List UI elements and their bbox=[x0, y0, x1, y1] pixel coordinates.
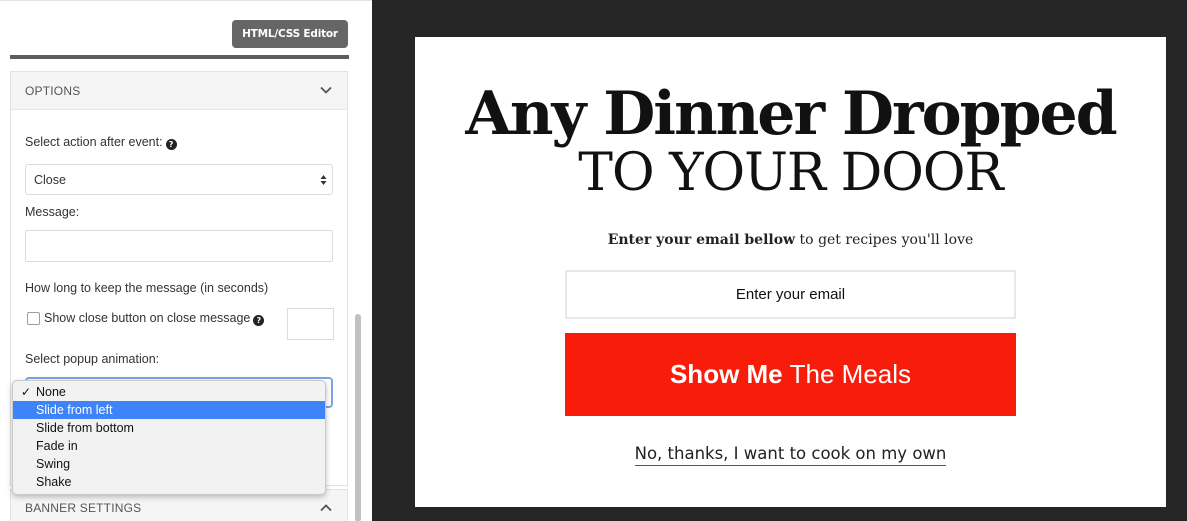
animation-option-slide-from-left[interactable]: Slide from left bbox=[13, 401, 325, 419]
select-arrows-icon bbox=[320, 175, 327, 185]
chevron-down-icon[interactable] bbox=[319, 83, 333, 97]
email-input[interactable]: Enter your email bbox=[565, 270, 1016, 319]
help-icon[interactable]: ? bbox=[165, 139, 177, 150]
popup-preview: Any Dinner Dropped TO YOUR DOOR Enter yo… bbox=[415, 37, 1166, 507]
message-duration-input[interactable] bbox=[287, 308, 334, 340]
action-after-event-label: Select action after event:? bbox=[25, 135, 177, 150]
show-meals-button[interactable]: Show Me The Meals bbox=[565, 333, 1016, 416]
action-after-event-select[interactable]: Close bbox=[25, 164, 333, 195]
options-header[interactable]: OPTIONS bbox=[11, 72, 347, 110]
animation-option-none[interactable]: ✓ None bbox=[13, 383, 325, 401]
scrollbar-thumb[interactable] bbox=[355, 314, 361, 521]
html-css-editor-button[interactable]: HTML/CSS Editor bbox=[232, 20, 348, 48]
animation-option-slide-from-bottom[interactable]: Slide from bottom bbox=[13, 419, 325, 437]
checkmark-icon: ✓ bbox=[21, 385, 32, 399]
popup-animation-label: Select popup animation: bbox=[25, 352, 160, 366]
animation-option-fade-in[interactable]: Fade in bbox=[13, 437, 325, 455]
settings-panel: HTML/CSS Editor OPTIONS Select action af… bbox=[0, 0, 372, 521]
message-label: Message: bbox=[25, 205, 80, 219]
chevron-up-icon[interactable] bbox=[319, 501, 333, 515]
email-placeholder: Enter your email bbox=[735, 286, 846, 303]
popup-subheadline: TO YOUR DOOR bbox=[578, 143, 1003, 203]
cta-label-bold: Show Me bbox=[669, 359, 783, 389]
close-button-checkbox[interactable] bbox=[27, 312, 40, 325]
popup-headline: Any Dinner Dropped bbox=[465, 79, 1117, 149]
close-button-label: Show close button on close message? bbox=[44, 311, 265, 326]
options-title: OPTIONS bbox=[25, 84, 81, 98]
message-duration-label: How long to keep the message (in seconds… bbox=[25, 281, 269, 295]
cta-label-light: The Meals bbox=[789, 359, 912, 389]
decline-link-text: No, thanks, I want to cook on my own bbox=[634, 444, 947, 466]
action-select-value: Close bbox=[34, 173, 66, 187]
divider bbox=[10, 55, 349, 59]
animation-option-shake[interactable]: Shake bbox=[13, 473, 325, 491]
animation-option-swing[interactable]: Swing bbox=[13, 455, 325, 473]
banner-settings-title: BANNER SETTINGS bbox=[25, 501, 142, 515]
popup-description: Enter your email bellow to get recipes y… bbox=[607, 232, 974, 248]
help-icon[interactable]: ? bbox=[253, 315, 265, 326]
message-input[interactable] bbox=[25, 230, 333, 262]
decline-link[interactable]: No, thanks, I want to cook on my own bbox=[415, 444, 1166, 466]
popup-animation-dropdown: ✓ None Slide from left Slide from bottom… bbox=[12, 380, 326, 495]
